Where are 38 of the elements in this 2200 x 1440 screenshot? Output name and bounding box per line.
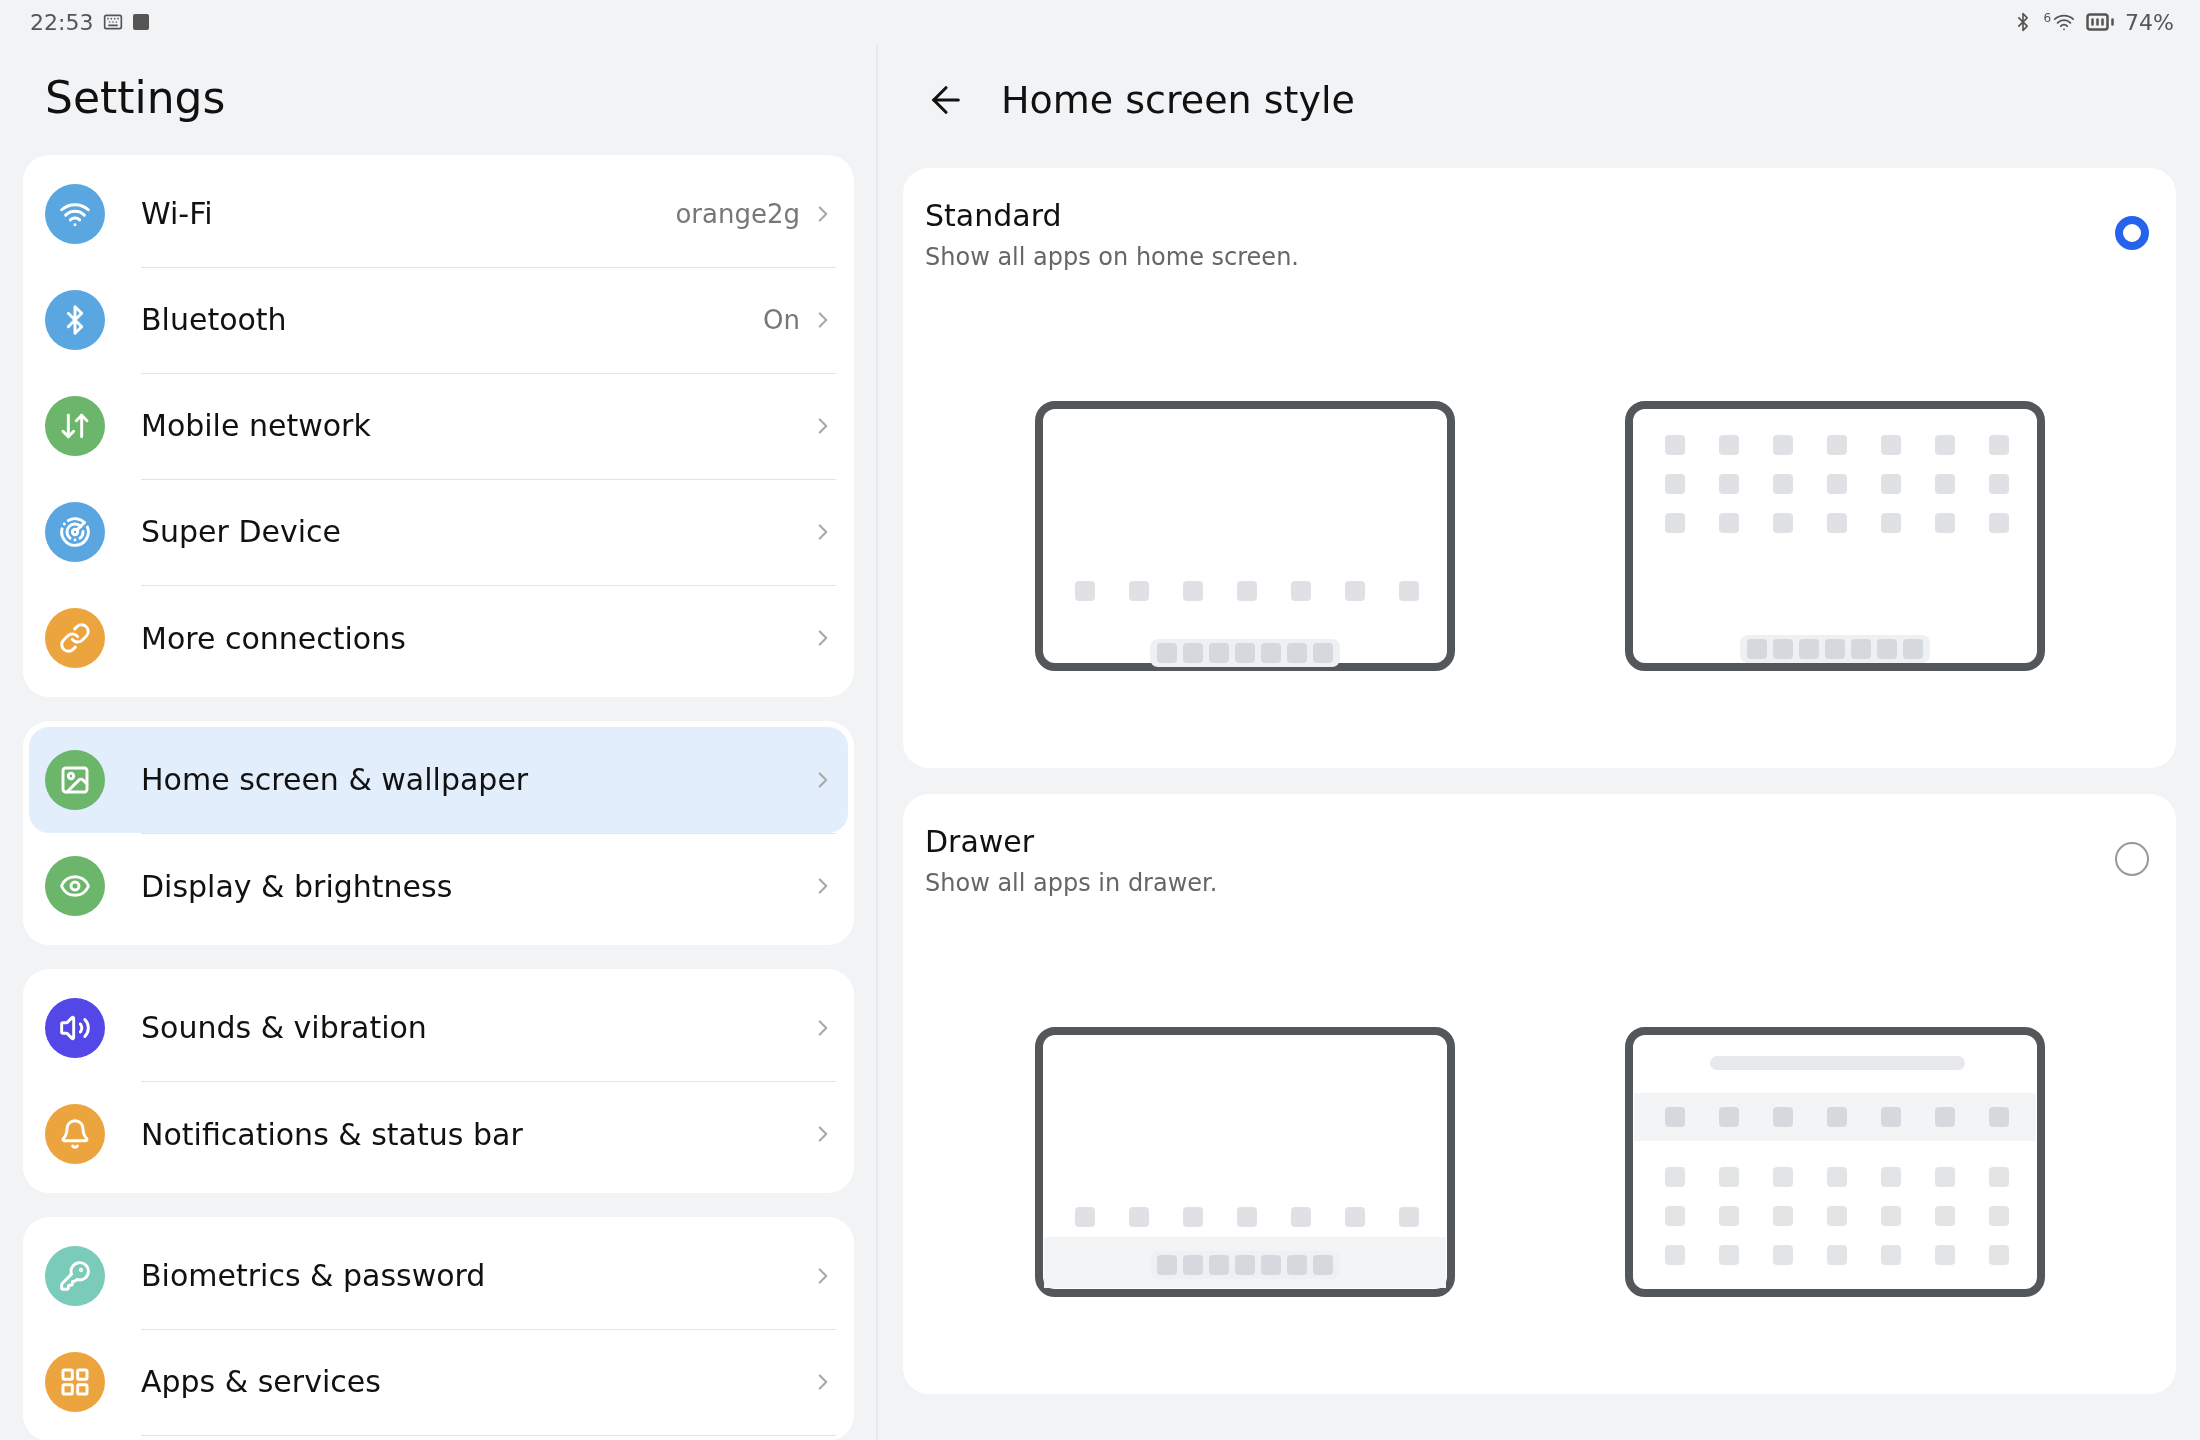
option-title: Standard (925, 198, 1063, 233)
settings-item[interactable]: Notifications & status bar (29, 1081, 848, 1187)
option-description: Show all apps in drawer. (925, 869, 1218, 897)
keyboard-icon (103, 12, 124, 32)
item-label: Sounds & vibration (141, 1010, 428, 1045)
item-value: On (763, 304, 800, 335)
item-label: Biometrics & password (141, 1258, 487, 1293)
item-label: Display & brightness (141, 868, 454, 904)
option-title: Drawer (925, 824, 1036, 859)
settings-item[interactable]: Mobile network (29, 373, 848, 479)
item-label: Home screen & wallpaper (141, 762, 530, 797)
item-label: Wi-Fi (141, 196, 214, 231)
settings-item[interactable]: Display & brightness (29, 833, 848, 939)
item-label: More connections (141, 620, 407, 656)
settings-title: Settings (45, 72, 227, 123)
wifi-band-number: 6 (2043, 11, 2052, 25)
settings-item[interactable]: Home screen & wallpaper (29, 727, 848, 833)
item-label: Mobile network (141, 408, 372, 443)
settings-item[interactable]: Super Device (29, 479, 848, 585)
status-time: 22:53 (30, 9, 94, 35)
item-label: Bluetooth (141, 302, 288, 337)
radio-button[interactable] (2115, 216, 2149, 250)
item-label: Notifications & status bar (141, 1116, 524, 1152)
option-description: Show all apps on home screen. (925, 243, 1299, 271)
item-label: Apps & services (141, 1364, 382, 1399)
settings-item[interactable]: Bluetooth On (29, 267, 848, 373)
page-title: Home screen style (1001, 78, 1355, 122)
item-value: orange2g (675, 198, 800, 229)
settings-item[interactable]: Biometrics & password (29, 1223, 848, 1329)
battery-percentage: 74% (2125, 9, 2174, 35)
settings-item[interactable]: Sounds & vibration (29, 975, 848, 1081)
item-label: Super Device (141, 514, 343, 549)
settings-item[interactable]: Wi-Fi orange2g (29, 161, 848, 267)
option-card[interactable]: Standard Show all apps on home screen. (903, 168, 2176, 768)
option-card[interactable]: Drawer Show all apps in drawer. (903, 794, 2176, 1394)
radio-button[interactable] (2115, 842, 2149, 876)
settings-item[interactable]: More connections (29, 585, 848, 691)
settings-item[interactable]: Apps & services (29, 1329, 848, 1435)
